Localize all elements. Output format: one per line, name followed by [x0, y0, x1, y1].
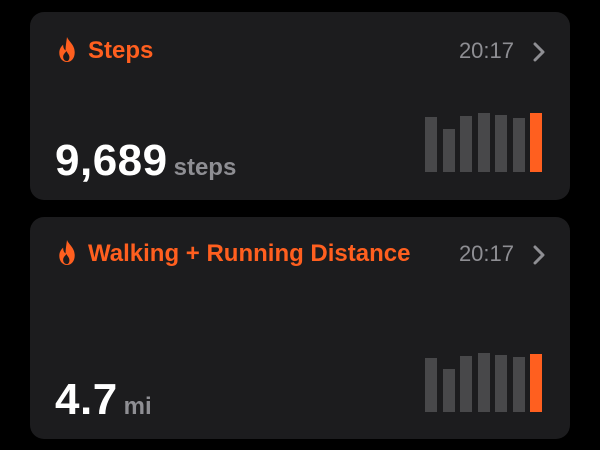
chart-bar: [477, 353, 490, 412]
chart-bar: [442, 369, 455, 412]
distance-unit: mi: [123, 393, 152, 420]
chevron-right-icon[interactable]: [532, 245, 546, 265]
chart-bar: [530, 113, 542, 172]
distance-value: 4.7: [55, 375, 118, 424]
distance-time: 20:17: [458, 241, 514, 266]
steps-mini-chart: [425, 102, 545, 172]
steps-time: 20:17: [458, 38, 514, 63]
steps-card[interactable]: Steps 20:17 9,689 steps: [30, 12, 570, 200]
distance-mini-chart: [425, 342, 545, 412]
chart-bar: [512, 357, 525, 412]
chart-bar: [442, 129, 455, 172]
chevron-right-icon[interactable]: [532, 42, 546, 62]
chart-bar: [425, 117, 437, 172]
distance-card[interactable]: Walking + Running Distance 20:17 4.7 mi: [30, 217, 570, 439]
steps-value: 9,689: [55, 136, 168, 185]
distance-title: Walking + Running Distance: [88, 240, 411, 267]
chart-bar: [460, 356, 472, 412]
chart-bar: [530, 354, 542, 412]
chart-bar: [495, 115, 507, 172]
flame-icon: [59, 36, 75, 63]
chart-bar: [512, 118, 525, 172]
chart-bar: [477, 113, 490, 172]
chart-bar: [425, 358, 437, 412]
steps-value-row: 9,689 steps: [55, 136, 236, 186]
steps-unit: steps: [173, 154, 237, 181]
steps-title: Steps: [88, 37, 154, 64]
distance-value-row: 4.7 mi: [55, 375, 152, 425]
chart-bar: [460, 116, 472, 172]
chart-bar: [495, 355, 507, 412]
